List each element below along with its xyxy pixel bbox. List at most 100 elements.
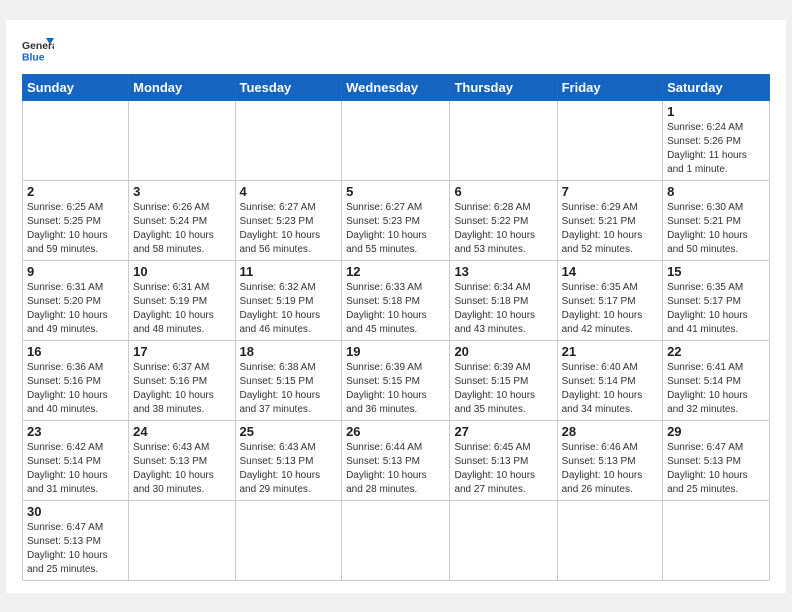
day-number: 8 <box>667 184 765 199</box>
calendar-cell: 25Sunrise: 6:43 AM Sunset: 5:13 PM Dayli… <box>235 420 342 500</box>
calendar-cell: 3Sunrise: 6:26 AM Sunset: 5:24 PM Daylig… <box>129 180 235 260</box>
calendar-cell: 23 Sunrise: 6:42 AM Sunset: 5:14 PM Dayli… <box>23 420 129 500</box>
day-info: Sunrise: 6:29 AM Sunset: 5:21 PM Dayligh… <box>562 201 658 257</box>
calendar-cell: 19 Sunrise: 6:39 AM Sunset: 5:15 PM Dayli… <box>342 340 450 420</box>
day-info: Sunrise: 6:43 AM Sunset: 5:13 PM Dayligh… <box>240 441 338 497</box>
calendar-cell: 29 Sunrise: 6:47 AM Sunset: 5:13 PM Dayli… <box>663 420 770 500</box>
day-number: 14 <box>562 264 658 279</box>
calendar-row-1: 1 Sunrise: 6:24 AM Sunset: 5:26 PM Daylig… <box>23 100 770 180</box>
day-number: 23 <box>27 424 124 439</box>
day-info: Sunrise: 6:31 AM Sunset: 5:19 PM Dayligh… <box>133 281 230 337</box>
day-number: 27 <box>454 424 552 439</box>
day-number: 13 <box>454 264 552 279</box>
calendar-cell: 28 Sunrise: 6:46 AM Sunset: 5:13 PM Dayli… <box>557 420 662 500</box>
calendar-cell: 18 Sunrise: 6:38 AM Sunset: 5:15 PM Dayli… <box>235 340 342 420</box>
calendar-cell: 20Sunrise: 6:39 AM Sunset: 5:15 PM Dayli… <box>450 340 557 420</box>
calendar-table: SundayMondayTuesdayWednesdayThursdayFrid… <box>22 74 770 581</box>
day-info: Sunrise: 6:39 AM Sunset: 5:15 PM Dayligh… <box>346 361 445 417</box>
svg-text:Blue: Blue <box>22 52 45 63</box>
day-info: Sunrise: 6:40 AM Sunset: 5:14 PM Dayligh… <box>562 361 658 417</box>
day-info: Sunrise: 6:24 AM Sunset: 5:26 PM Dayligh… <box>667 121 765 177</box>
weekday-header-thursday: Thursday <box>450 74 557 100</box>
day-info: Sunrise: 6:38 AM Sunset: 5:15 PM Dayligh… <box>240 361 338 417</box>
calendar-row-3: 9 Sunrise: 6:31 AM Sunset: 5:20 PM Daylig… <box>23 260 770 340</box>
calendar-cell <box>342 500 450 580</box>
day-number: 19 <box>346 344 445 359</box>
calendar-cell: 10 Sunrise: 6:31 AM Sunset: 5:19 PM Dayli… <box>129 260 235 340</box>
calendar-cell: 5 Sunrise: 6:27 AM Sunset: 5:23 PM Daylig… <box>342 180 450 260</box>
calendar-cell <box>450 100 557 180</box>
day-info: Sunrise: 6:47 AM Sunset: 5:13 PM Dayligh… <box>27 521 124 577</box>
calendar-cell: 12Sunrise: 6:33 AM Sunset: 5:18 PM Dayli… <box>342 260 450 340</box>
calendar-row-5: 23 Sunrise: 6:42 AM Sunset: 5:14 PM Dayli… <box>23 420 770 500</box>
calendar-cell <box>235 500 342 580</box>
calendar-cell: 6 Sunrise: 6:28 AM Sunset: 5:22 PM Daylig… <box>450 180 557 260</box>
logo: General Blue <box>22 36 54 64</box>
day-info: Sunrise: 6:28 AM Sunset: 5:22 PM Dayligh… <box>454 201 552 257</box>
calendar-cell: 2 Sunrise: 6:25 AM Sunset: 5:25 PM Daylig… <box>23 180 129 260</box>
day-info: Sunrise: 6:30 AM Sunset: 5:21 PM Dayligh… <box>667 201 765 257</box>
calendar-cell: 30 Sunrise: 6:47 AM Sunset: 5:13 PM Dayli… <box>23 500 129 580</box>
weekday-header-wednesday: Wednesday <box>342 74 450 100</box>
generalblue-logo-icon: General Blue <box>22 36 54 64</box>
calendar-cell: 22Sunrise: 6:41 AM Sunset: 5:14 PM Dayli… <box>663 340 770 420</box>
day-info: Sunrise: 6:41 AM Sunset: 5:14 PM Dayligh… <box>667 361 765 417</box>
day-number: 4 <box>240 184 338 199</box>
day-number: 29 <box>667 424 765 439</box>
day-number: 28 <box>562 424 658 439</box>
calendar-cell <box>557 500 662 580</box>
day-number: 26 <box>346 424 445 439</box>
day-number: 15 <box>667 264 765 279</box>
day-number: 24 <box>133 424 230 439</box>
calendar-row-6: 30 Sunrise: 6:47 AM Sunset: 5:13 PM Dayli… <box>23 500 770 580</box>
day-number: 5 <box>346 184 445 199</box>
day-number: 17 <box>133 344 230 359</box>
calendar-cell: 27Sunrise: 6:45 AM Sunset: 5:13 PM Dayli… <box>450 420 557 500</box>
calendar-cell: 4 Sunrise: 6:27 AM Sunset: 5:23 PM Daylig… <box>235 180 342 260</box>
day-info: Sunrise: 6:31 AM Sunset: 5:20 PM Dayligh… <box>27 281 124 337</box>
day-number: 6 <box>454 184 552 199</box>
calendar-cell: 11Sunrise: 6:32 AM Sunset: 5:19 PM Dayli… <box>235 260 342 340</box>
day-info: Sunrise: 6:47 AM Sunset: 5:13 PM Dayligh… <box>667 441 765 497</box>
day-number: 18 <box>240 344 338 359</box>
weekday-header-tuesday: Tuesday <box>235 74 342 100</box>
day-info: Sunrise: 6:46 AM Sunset: 5:13 PM Dayligh… <box>562 441 658 497</box>
day-number: 10 <box>133 264 230 279</box>
weekday-header-friday: Friday <box>557 74 662 100</box>
calendar-cell <box>557 100 662 180</box>
day-number: 9 <box>27 264 124 279</box>
day-number: 7 <box>562 184 658 199</box>
day-number: 30 <box>27 504 124 519</box>
day-number: 12 <box>346 264 445 279</box>
day-number: 20 <box>454 344 552 359</box>
calendar-cell: 15 Sunrise: 6:35 AM Sunset: 5:17 PM Dayli… <box>663 260 770 340</box>
calendar-cell <box>129 100 235 180</box>
calendar-cell: 17Sunrise: 6:37 AM Sunset: 5:16 PM Dayli… <box>129 340 235 420</box>
calendar-cell: 7 Sunrise: 6:29 AM Sunset: 5:21 PM Daylig… <box>557 180 662 260</box>
weekday-header-saturday: Saturday <box>663 74 770 100</box>
calendar-row-2: 2 Sunrise: 6:25 AM Sunset: 5:25 PM Daylig… <box>23 180 770 260</box>
day-number: 11 <box>240 264 338 279</box>
day-info: Sunrise: 6:35 AM Sunset: 5:17 PM Dayligh… <box>667 281 765 337</box>
day-info: Sunrise: 6:25 AM Sunset: 5:25 PM Dayligh… <box>27 201 124 257</box>
day-info: Sunrise: 6:36 AM Sunset: 5:16 PM Dayligh… <box>27 361 124 417</box>
calendar-cell <box>23 100 129 180</box>
calendar-cell: 14Sunrise: 6:35 AM Sunset: 5:17 PM Dayli… <box>557 260 662 340</box>
calendar-row-4: 16Sunrise: 6:36 AM Sunset: 5:16 PM Dayli… <box>23 340 770 420</box>
day-number: 3 <box>133 184 230 199</box>
calendar-cell: 24 Sunrise: 6:43 AM Sunset: 5:13 PM Dayli… <box>129 420 235 500</box>
day-number: 2 <box>27 184 124 199</box>
day-number: 21 <box>562 344 658 359</box>
calendar-cell <box>235 100 342 180</box>
weekday-header-sunday: Sunday <box>23 74 129 100</box>
day-number: 1 <box>667 104 765 119</box>
day-info: Sunrise: 6:43 AM Sunset: 5:13 PM Dayligh… <box>133 441 230 497</box>
day-info: Sunrise: 6:34 AM Sunset: 5:18 PM Dayligh… <box>454 281 552 337</box>
day-info: Sunrise: 6:27 AM Sunset: 5:23 PM Dayligh… <box>240 201 338 257</box>
calendar-cell: 16Sunrise: 6:36 AM Sunset: 5:16 PM Dayli… <box>23 340 129 420</box>
day-info: Sunrise: 6:42 AM Sunset: 5:14 PM Dayligh… <box>27 441 124 497</box>
weekday-header-row: SundayMondayTuesdayWednesdayThursdayFrid… <box>23 74 770 100</box>
calendar-cell: 21 Sunrise: 6:40 AM Sunset: 5:14 PM Dayli… <box>557 340 662 420</box>
calendar-cell <box>129 500 235 580</box>
day-info: Sunrise: 6:27 AM Sunset: 5:23 PM Dayligh… <box>346 201 445 257</box>
